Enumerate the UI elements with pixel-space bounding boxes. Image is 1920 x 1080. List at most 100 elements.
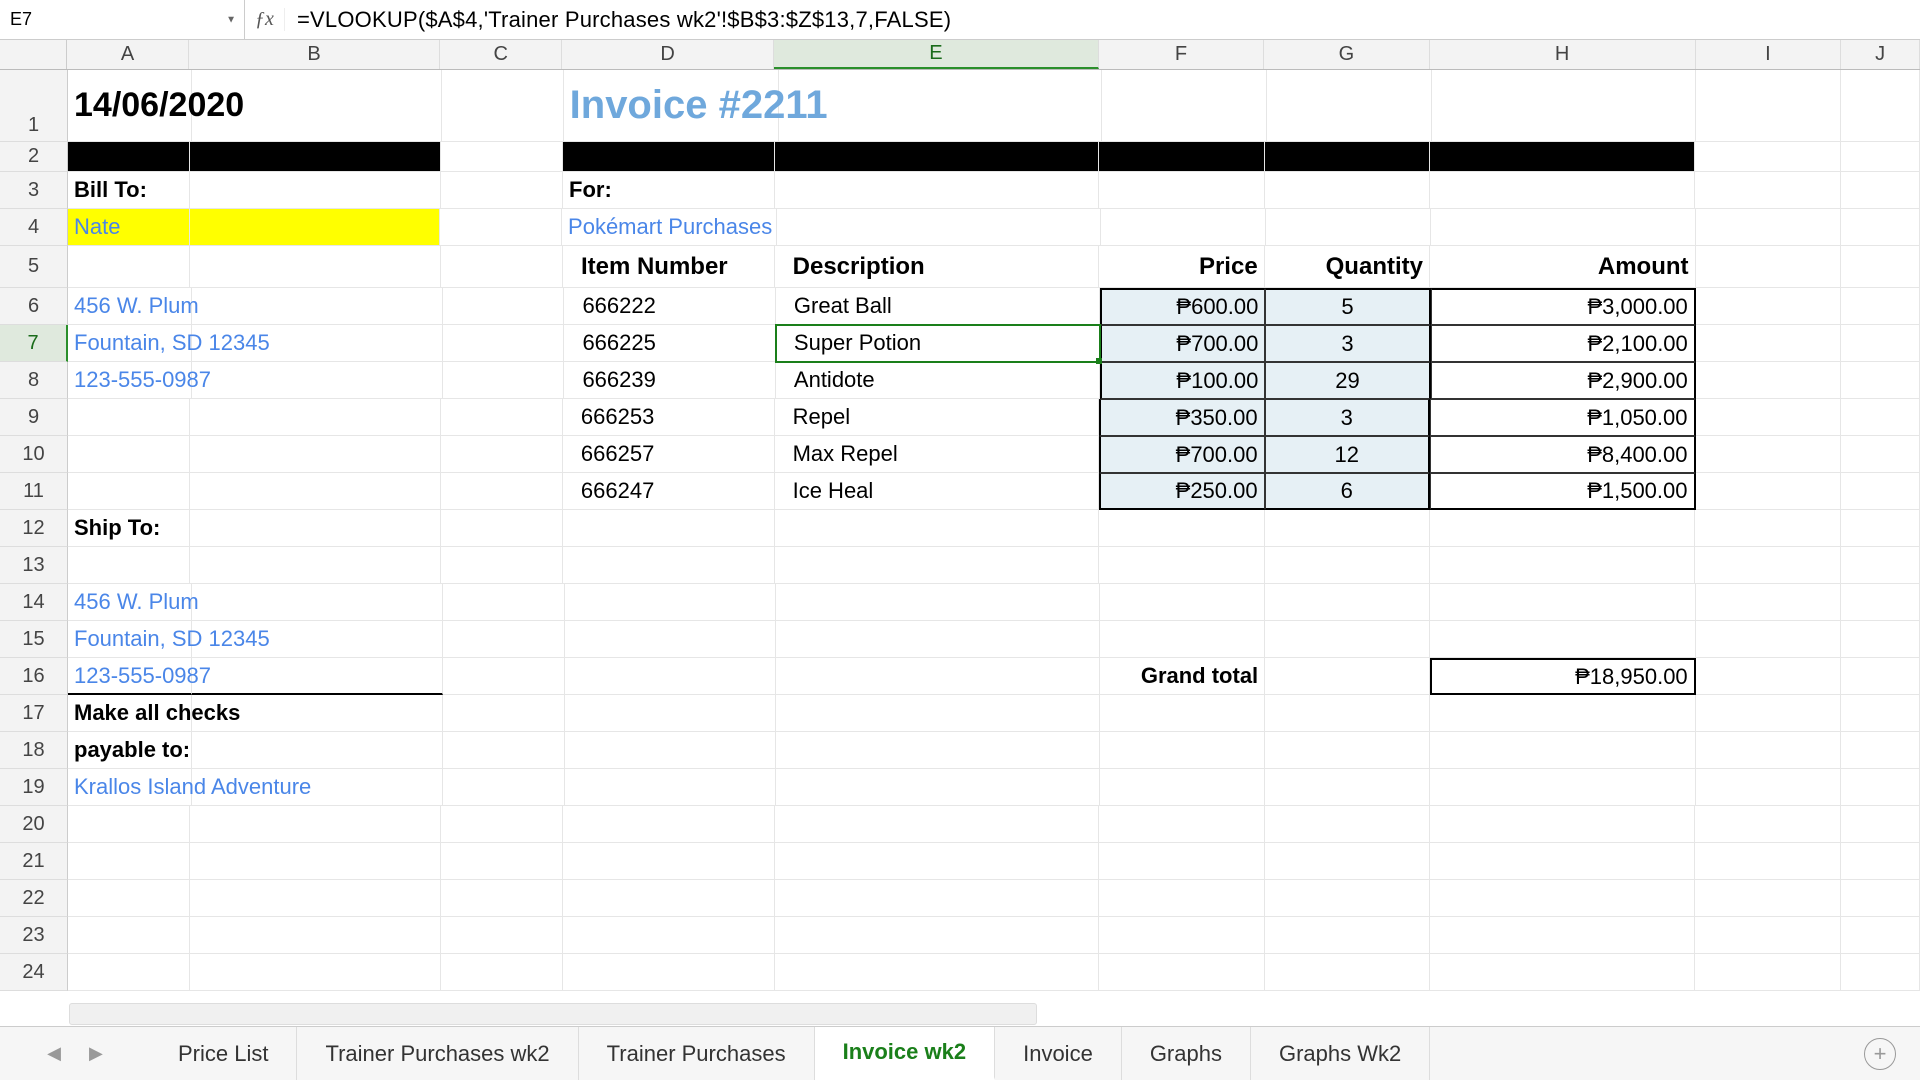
select-all-corner[interactable]	[0, 40, 67, 69]
cell-F20[interactable]	[1099, 806, 1264, 843]
cell-H12[interactable]	[1430, 510, 1696, 547]
cell-C4[interactable]	[440, 209, 562, 246]
tab-trainer-purchases[interactable]: Trainer Purchases	[579, 1027, 815, 1080]
cell-C3[interactable]	[441, 172, 563, 209]
cell-B10[interactable]	[190, 436, 441, 473]
cell-B2[interactable]	[190, 142, 441, 172]
cell-D18[interactable]	[565, 732, 776, 769]
cell-I16[interactable]	[1696, 658, 1842, 695]
cell-C10[interactable]	[441, 436, 563, 473]
cell-I10[interactable]	[1696, 436, 1842, 473]
cell-I14[interactable]	[1696, 584, 1842, 621]
col-header-A[interactable]: A	[67, 40, 189, 69]
cell-G13[interactable]	[1265, 547, 1430, 584]
spreadsheet-grid[interactable]: 1 14/06/2020 Invoice #2211 2 3 Bill To: …	[0, 70, 1920, 991]
cell-G12[interactable]	[1265, 510, 1430, 547]
cell-E2[interactable]	[775, 142, 1100, 172]
row-header-1[interactable]: 1	[0, 70, 68, 142]
cell-I24[interactable]	[1695, 954, 1841, 991]
cell-H23[interactable]	[1430, 917, 1696, 954]
cell-D8[interactable]: 666239	[564, 362, 775, 399]
cell-E4[interactable]	[777, 209, 1101, 246]
cell-I2[interactable]	[1695, 142, 1841, 172]
tab-trainer-purchases-wk2[interactable]: Trainer Purchases wk2	[297, 1027, 578, 1080]
cell-B22[interactable]	[190, 880, 441, 917]
cell-B17[interactable]	[192, 695, 443, 732]
col-header-C[interactable]: C	[440, 40, 562, 69]
cell-A21[interactable]	[68, 843, 190, 880]
col-header-H[interactable]: H	[1430, 40, 1696, 69]
cell-E19[interactable]	[776, 769, 1100, 806]
cell-C5[interactable]	[441, 246, 563, 288]
cell-I7[interactable]	[1696, 325, 1841, 362]
col-header-B[interactable]: B	[189, 40, 440, 69]
cell-D10[interactable]: 666257	[563, 436, 775, 473]
cell-J7[interactable]	[1841, 325, 1920, 362]
cell-A12[interactable]: Ship To:	[68, 510, 190, 547]
cell-C6[interactable]	[443, 288, 565, 325]
row-header-15[interactable]: 15	[0, 621, 68, 658]
cell-H6[interactable]: ₱3,000.00	[1431, 288, 1696, 325]
cell-F22[interactable]	[1099, 880, 1264, 917]
cell-J4[interactable]	[1841, 209, 1920, 246]
cell-J8[interactable]	[1841, 362, 1920, 399]
cell-J13[interactable]	[1841, 547, 1920, 584]
cell-J10[interactable]	[1841, 436, 1920, 473]
header-price[interactable]: Price	[1099, 246, 1264, 288]
cell-B7[interactable]	[192, 325, 443, 362]
cell-A3[interactable]: Bill To:	[68, 172, 190, 209]
cell-E13[interactable]	[775, 547, 1100, 584]
cell-G8[interactable]: 29	[1265, 362, 1430, 399]
cell-B12[interactable]	[190, 510, 441, 547]
cell-E23[interactable]	[775, 917, 1100, 954]
cell-I22[interactable]	[1695, 880, 1841, 917]
cell-H8[interactable]: ₱2,900.00	[1431, 362, 1696, 399]
cell-H13[interactable]	[1430, 547, 1696, 584]
cell-G7[interactable]: 3	[1265, 325, 1430, 362]
cell-F4[interactable]	[1101, 209, 1266, 246]
cell-B15[interactable]	[192, 621, 443, 658]
cell-I18[interactable]	[1696, 732, 1842, 769]
cell-F1[interactable]	[1102, 70, 1267, 142]
cell-D22[interactable]	[563, 880, 775, 917]
cell-E3[interactable]	[775, 172, 1100, 209]
cell-G24[interactable]	[1265, 954, 1430, 991]
row-header-23[interactable]: 23	[0, 917, 68, 954]
header-item-number[interactable]: Item Number	[563, 246, 775, 288]
cell-F21[interactable]	[1099, 843, 1264, 880]
cell-D16[interactable]	[565, 658, 776, 695]
cell-G17[interactable]	[1265, 695, 1430, 732]
col-header-I[interactable]: I	[1696, 40, 1842, 69]
name-box[interactable]: E7 ▼	[0, 0, 245, 39]
cell-A14[interactable]: 456 W. Plum	[68, 584, 192, 621]
cell-C9[interactable]	[441, 399, 563, 436]
cell-B14[interactable]	[192, 584, 443, 621]
cell-I19[interactable]	[1696, 769, 1842, 806]
cell-I8[interactable]	[1696, 362, 1841, 399]
cell-B5[interactable]	[190, 246, 441, 288]
cell-B3[interactable]	[190, 172, 441, 209]
cell-A22[interactable]	[68, 880, 190, 917]
cell-J14[interactable]	[1841, 584, 1920, 621]
cell-A13[interactable]	[68, 547, 190, 584]
row-header-21[interactable]: 21	[0, 843, 68, 880]
col-header-J[interactable]: J	[1841, 40, 1920, 69]
cell-I6[interactable]	[1696, 288, 1841, 325]
cell-E21[interactable]	[775, 843, 1100, 880]
horizontal-scrollbar[interactable]	[67, 1002, 1920, 1026]
cell-C15[interactable]	[443, 621, 565, 658]
cell-F18[interactable]	[1100, 732, 1265, 769]
cell-I12[interactable]	[1695, 510, 1841, 547]
cell-J11[interactable]	[1841, 473, 1920, 510]
cell-C1[interactable]	[442, 70, 564, 142]
row-header-11[interactable]: 11	[0, 473, 68, 510]
cell-B4[interactable]	[190, 209, 440, 246]
cell-C22[interactable]	[441, 880, 563, 917]
cell-C14[interactable]	[443, 584, 565, 621]
cell-J24[interactable]	[1841, 954, 1920, 991]
cell-C19[interactable]	[443, 769, 565, 806]
cell-J3[interactable]	[1841, 172, 1920, 209]
cell-A18[interactable]: payable to:	[68, 732, 192, 769]
cell-G4[interactable]	[1266, 209, 1431, 246]
row-header-22[interactable]: 22	[0, 880, 68, 917]
